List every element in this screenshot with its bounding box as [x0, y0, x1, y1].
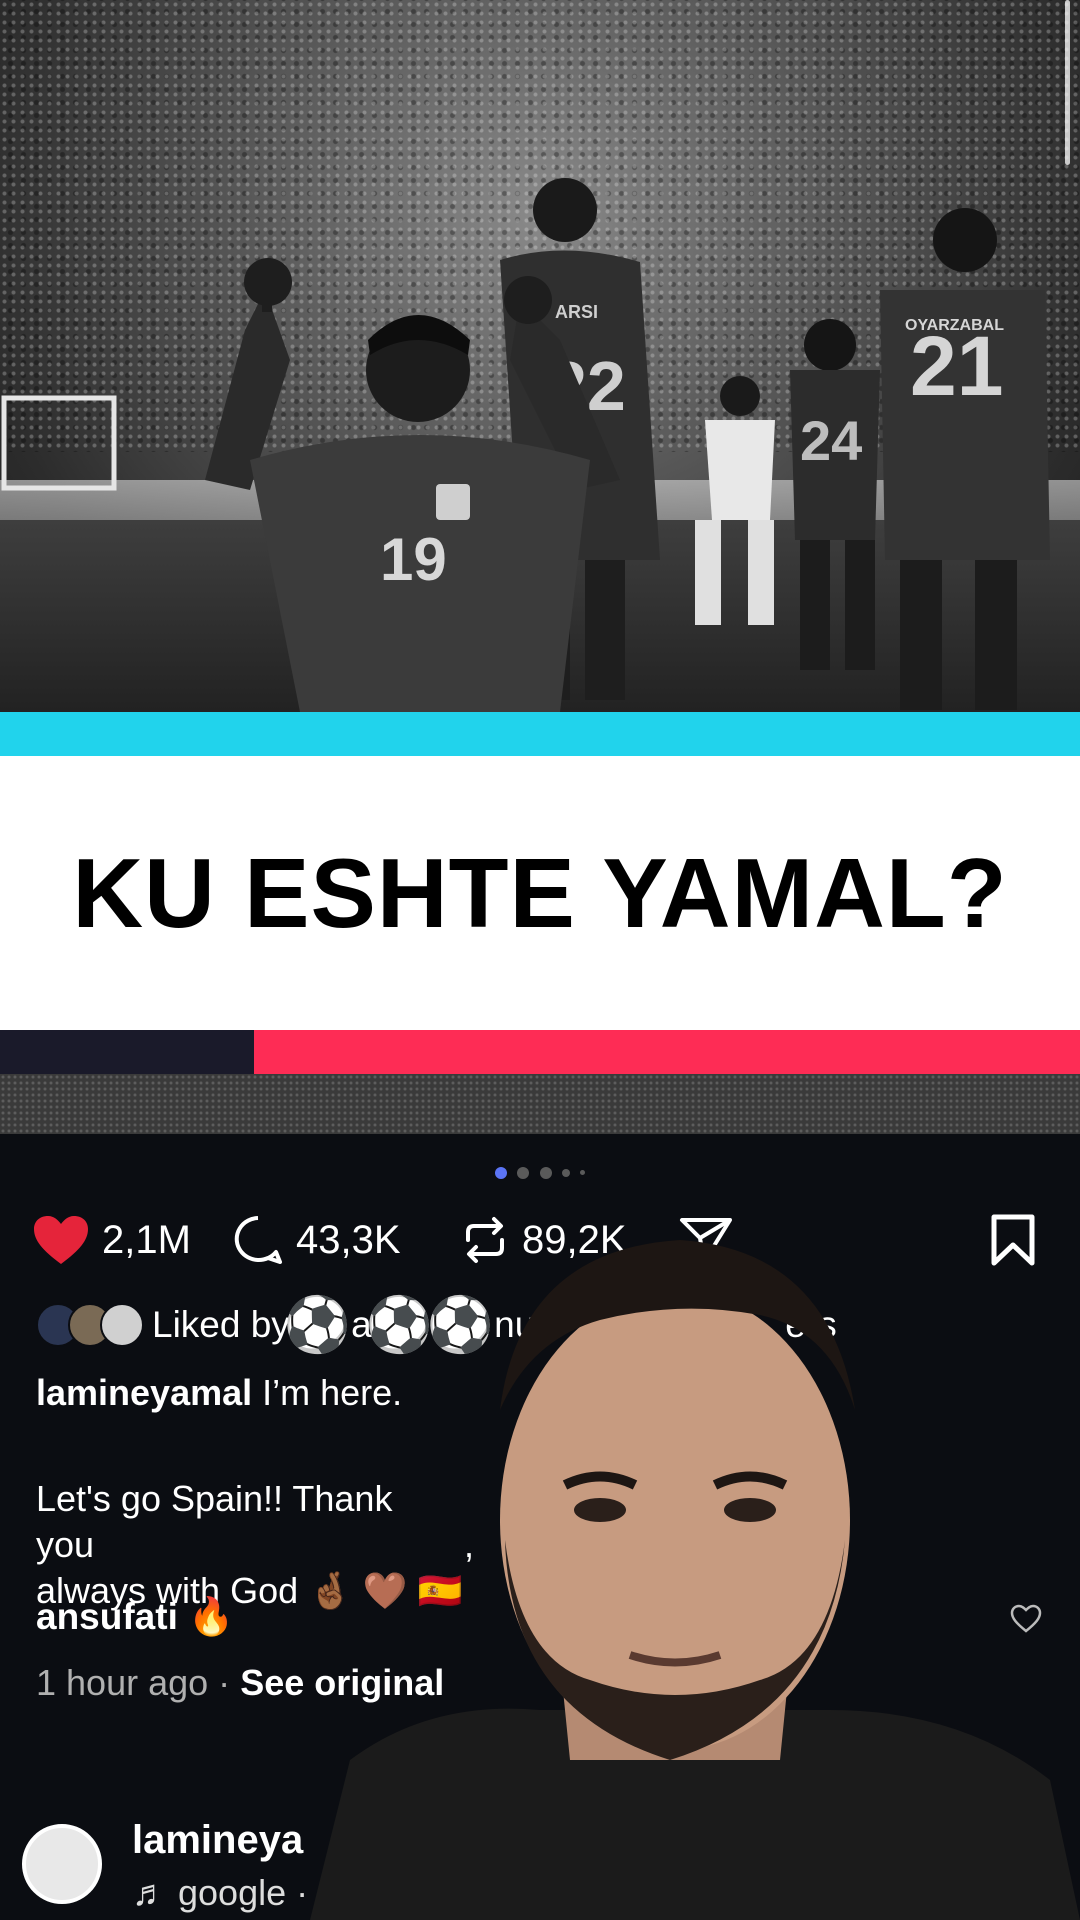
carousel-dot[interactable]: [580, 1170, 586, 1176]
liker-avatars: [36, 1303, 144, 1347]
sound-label-row[interactable]: ♬ google ·: [132, 1872, 308, 1914]
dark-band: [0, 1030, 254, 1074]
time-ago: 1 hour ago: [36, 1662, 209, 1703]
title-box: KU ESHTE YAMAL?: [0, 756, 1080, 1030]
sound-label: google ·: [178, 1872, 309, 1913]
caption-username[interactable]: lamineyamal: [36, 1372, 252, 1413]
carousel-dot[interactable]: [539, 1166, 552, 1179]
red-band: [254, 1030, 1080, 1074]
like-button[interactable]: 2,1M: [32, 1210, 191, 1270]
comment-username[interactable]: ansufati: [36, 1596, 178, 1637]
carousel-dot[interactable]: [517, 1166, 530, 1179]
separator: ·: [218, 1662, 231, 1703]
player-21: 21 OYARZABAL: [880, 208, 1050, 710]
music-note-icon: ♬: [132, 1872, 168, 1913]
players-illustration: 22 ARSI 24 21 OYARZABAL 19: [1, 178, 1050, 712]
heart-icon: [34, 1216, 88, 1264]
liked-by-label: Liked by: [152, 1304, 290, 1345]
jersey-number: 24: [800, 409, 862, 472]
scroll-handle[interactable]: [1065, 0, 1070, 165]
overlay-title: KU ESHTE YAMAL?: [72, 837, 1008, 948]
cyan-band: [0, 712, 1080, 756]
carousel-dot[interactable]: [561, 1168, 570, 1177]
avatar: [100, 1303, 144, 1347]
jersey-name: OYARZABAL: [905, 317, 1004, 334]
player-24: 24: [790, 319, 880, 670]
jersey-name: ARSI: [555, 302, 598, 322]
fire-icon: 🔥: [188, 1596, 235, 1637]
top-comment: ansufati 🔥: [36, 1596, 234, 1639]
jersey-number: 19: [380, 526, 447, 593]
post-photo-bottom: [0, 1074, 1080, 1134]
avatar[interactable]: [22, 1824, 102, 1904]
footer-username[interactable]: lamineya: [132, 1818, 303, 1863]
comment-icon: [234, 1216, 282, 1264]
like-count: 2,1M: [102, 1217, 191, 1262]
player-white: [695, 376, 775, 625]
carousel-dot[interactable]: [494, 1166, 507, 1179]
creator-video-overlay: [310, 1240, 1080, 1920]
carousel-dots: [0, 1164, 1080, 1182]
match-photo: 22 ARSI 24 21 OYARZABAL 19: [0, 0, 1080, 712]
